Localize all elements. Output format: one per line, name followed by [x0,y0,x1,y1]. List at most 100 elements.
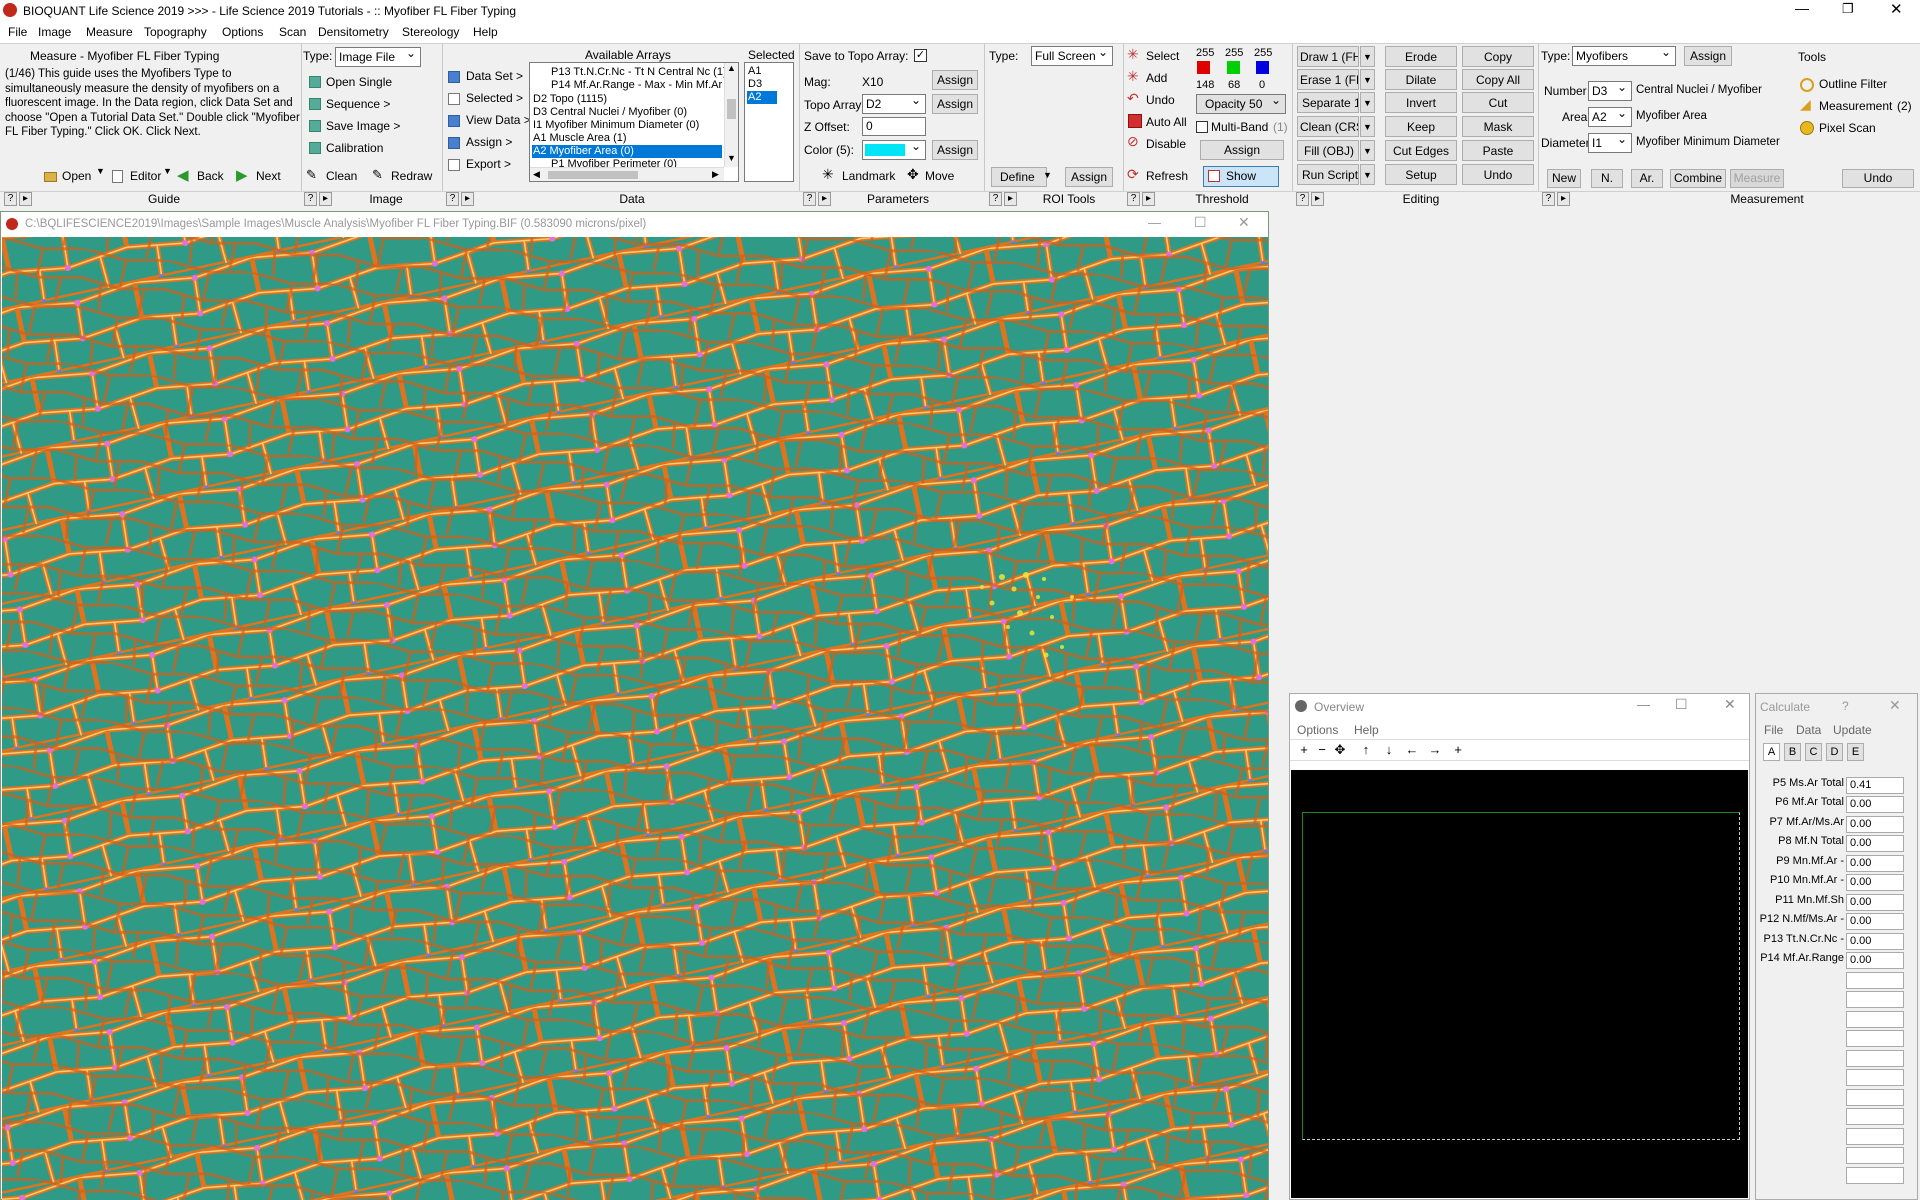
show-toggle-button[interactable]: Show [1203,166,1279,187]
help-icon[interactable]: ? [1842,699,1849,713]
expand-icon[interactable]: ▸ [461,192,474,206]
move-button[interactable]: Move [925,169,954,183]
export-button[interactable]: Export > [466,157,511,171]
add-button[interactable]: Add [1146,71,1167,85]
fill-button[interactable]: Fill (OBJ) [1297,140,1359,161]
restore-icon[interactable]: ❐ [1842,1,1854,17]
param-value-empty[interactable] [1846,972,1904,989]
color-assign-button[interactable]: Assign [932,140,978,160]
area-select[interactable]: A2 [1588,107,1632,127]
zoom-in-icon[interactable]: + [1296,743,1312,757]
diameter-select[interactable]: I1 [1588,133,1632,153]
scroll-thumb[interactable] [727,99,736,119]
param-value[interactable]: 0.00 [1846,933,1904,950]
guide-back-button[interactable]: Back [197,169,224,183]
zoom-out-icon[interactable]: − [1314,743,1330,757]
view-data-button[interactable]: View Data > [466,113,531,127]
mask-button[interactable]: Mask [1462,116,1534,137]
dilate-button[interactable]: Dilate [1385,69,1457,90]
help-icon[interactable]: ? [1127,192,1140,206]
calc-tab-b[interactable]: B [1784,743,1801,761]
menu-options[interactable]: Options [222,25,263,39]
param-value[interactable]: 0.00 [1846,952,1904,969]
calc-menu-data[interactable]: Data [1796,723,1821,737]
help-icon[interactable]: ? [446,192,459,206]
pan-right-icon[interactable]: → [1427,743,1443,757]
clean-button[interactable]: Clean [326,169,357,183]
menu-densitometry[interactable]: Densitometry [318,25,389,39]
fill-dropdown[interactable]: ▼ [1360,140,1375,161]
scroll-right-icon[interactable]: ▶ [712,169,719,180]
list-item-selected[interactable]: A2 [747,91,777,104]
invert-button[interactable]: Invert [1385,92,1457,113]
close-icon[interactable]: ✕ [1238,214,1250,231]
help-icon[interactable]: ? [1542,192,1555,206]
blue-swatch[interactable] [1256,61,1269,74]
keep-button[interactable]: Keep [1385,116,1457,137]
sequence-button[interactable]: Sequence > [326,97,390,111]
roi-type-select[interactable]: Full Screen [1031,46,1113,66]
param-value[interactable]: 0.00 [1846,913,1904,930]
expand-icon[interactable]: ▸ [1557,192,1570,206]
menu-file[interactable]: File [8,25,27,39]
list-item[interactable]: A1 Muscle Area (1) [533,132,627,145]
maximize-icon[interactable]: ☐ [1194,214,1207,231]
copy-button[interactable]: Copy [1462,46,1534,67]
menu-stereology[interactable]: Stereology [402,25,459,39]
param-value-empty[interactable] [1846,1069,1904,1086]
menu-help[interactable]: Help [473,25,498,39]
new-button[interactable]: New [1547,169,1581,188]
calc-tab-c[interactable]: C [1805,743,1822,761]
guide-next-button[interactable]: Next [256,169,281,183]
menu-scan[interactable]: Scan [279,25,306,39]
expand-icon[interactable]: ▸ [319,192,332,206]
editing-undo-button[interactable]: Undo [1462,164,1534,185]
param-value[interactable]: 0.00 [1846,894,1904,911]
threshold-assign-button[interactable]: Assign [1200,140,1284,160]
param-value[interactable]: 0.41 [1846,777,1904,794]
clean-crs-dropdown[interactable]: ▼ [1360,116,1375,137]
threshold-undo-button[interactable]: Undo [1146,93,1175,107]
chevron-down-icon[interactable]: ▼ [163,166,172,176]
separate-button[interactable]: Separate 1 [1297,92,1359,113]
landmark-button[interactable]: Landmark [842,169,895,183]
vertical-scrollbar[interactable]: ▲ ▼ [724,63,738,167]
param-value[interactable]: 0.00 [1846,796,1904,813]
center-icon[interactable]: + [1450,743,1466,757]
save-topo-checkbox[interactable]: ✓ [914,49,927,62]
calc-tab-e[interactable]: E [1847,743,1864,761]
expand-icon[interactable]: ▸ [818,192,831,206]
save-image-button[interactable]: Save Image > [326,119,400,133]
expand-icon[interactable]: ▸ [1142,192,1155,206]
data-set-button[interactable]: Data Set > [466,69,523,83]
auto-all-button[interactable]: Auto All [1146,115,1187,129]
clean-crs-button[interactable]: Clean (CRS) [1297,116,1359,137]
menu-topography[interactable]: Topography [144,25,207,39]
list-item[interactable]: P14 Mf.Ar.Range - Max - Min Mf.Ar ( [551,79,729,92]
selected-arrays-list[interactable]: A1 D3 A2 [744,62,794,182]
open-single-button[interactable]: Open Single [326,75,392,89]
list-item[interactable]: P13 Tt.N.Cr.Nc - Tt N Central Nc (1) [551,66,727,79]
calc-menu-file[interactable]: File [1764,723,1783,737]
topo-assign-button[interactable]: Assign [932,94,978,114]
param-value[interactable]: 0.00 [1846,855,1904,872]
list-item[interactable]: D3 Central Nuclei / Myofiber (0) [533,106,687,119]
scroll-up-icon[interactable]: ▲ [727,63,736,73]
expand-icon[interactable]: ▸ [1004,192,1017,206]
pan-down-icon[interactable]: ↓ [1381,743,1397,757]
combine-button[interactable]: Combine [1670,169,1726,188]
maximize-icon[interactable]: ☐ [1675,696,1688,713]
menu-image[interactable]: Image [38,25,71,39]
calc-menu-update[interactable]: Update [1833,723,1872,737]
close-icon[interactable]: ✕ [1724,696,1736,713]
measurement-tool-button[interactable]: Measurement [1819,99,1892,113]
close-icon[interactable]: ✕ [1890,0,1903,18]
redraw-button[interactable]: Redraw [391,169,432,183]
help-icon[interactable]: ? [4,192,17,206]
red-swatch[interactable] [1197,61,1210,74]
cut-button[interactable]: Cut [1462,92,1534,113]
draw-button[interactable]: Draw 1 (FH) [1297,46,1359,67]
minimize-icon[interactable]: — [1795,0,1809,16]
param-value-empty[interactable] [1846,1147,1904,1164]
green-swatch[interactable] [1227,61,1240,74]
